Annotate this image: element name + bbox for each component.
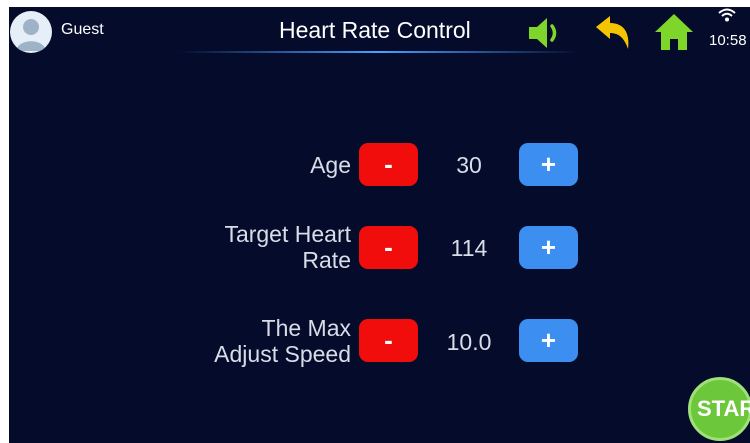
- wifi-icon: [718, 7, 736, 28]
- target-heart-rate-increase-button[interactable]: +: [519, 226, 578, 269]
- user-name: Guest: [61, 21, 104, 38]
- max-adjust-speed-setting-row: The Max Adjust Speed - 10.0 +: [9, 311, 750, 371]
- home-icon[interactable]: [654, 13, 694, 51]
- header-divider: [179, 51, 579, 53]
- status-clock: 10:58: [709, 32, 747, 49]
- target-heart-rate-value: 114: [450, 235, 488, 261]
- max-adjust-speed-label: The Max Adjust Speed: [214, 315, 351, 367]
- max-adjust-speed-value: 10.0: [446, 329, 492, 355]
- age-value: 30: [456, 152, 482, 178]
- start-button[interactable]: START: [688, 377, 750, 441]
- age-decrease-button[interactable]: -: [359, 143, 418, 186]
- age-increase-button[interactable]: +: [519, 143, 578, 186]
- back-arrow-icon[interactable]: [594, 15, 632, 51]
- speaker-icon[interactable]: [527, 16, 567, 50]
- target-heart-rate-setting-row: Target Heart Rate - 114 +: [9, 217, 750, 277]
- max-adjust-speed-decrease-button[interactable]: -: [359, 319, 418, 362]
- age-label: Age: [310, 152, 351, 178]
- page-title: Heart Rate Control: [279, 17, 471, 43]
- target-heart-rate-decrease-button[interactable]: -: [359, 226, 418, 269]
- max-adjust-speed-increase-button[interactable]: +: [519, 319, 578, 362]
- target-heart-rate-label: Target Heart Rate: [224, 221, 351, 273]
- app-screen: Guest Heart Rate Control 10:58 Age - 30 …: [9, 7, 750, 443]
- header-bar: Guest Heart Rate Control 10:58: [9, 7, 750, 57]
- user-avatar-icon[interactable]: [10, 11, 52, 53]
- age-setting-row: Age - 30 +: [9, 135, 750, 195]
